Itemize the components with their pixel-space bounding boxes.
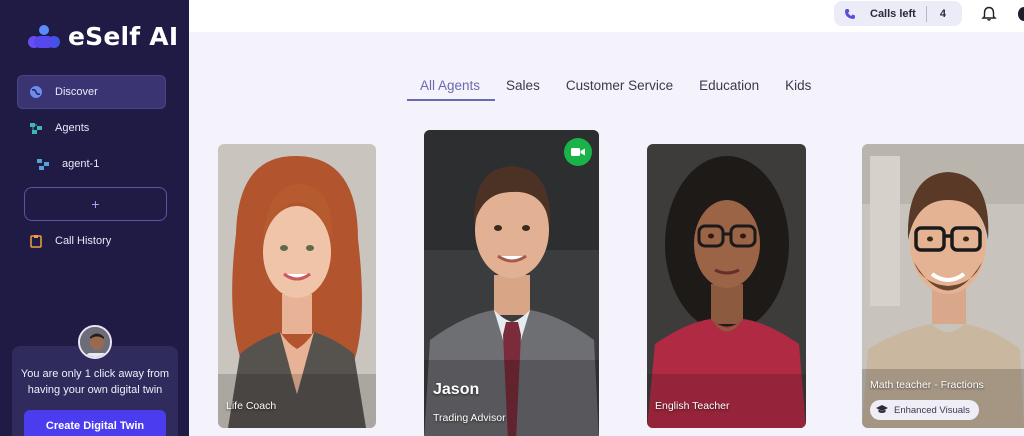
category-tabs: All Agents Sales Customer Service Educat… [407, 78, 811, 100]
calls-left-count: 4 [939, 7, 946, 20]
agent-card-math-teacher[interactable]: Math teacher - Fractions Enhanced Visual… [862, 144, 1024, 428]
tab-education[interactable]: Education [699, 78, 759, 100]
user-avatar[interactable] [1018, 7, 1024, 21]
enhanced-visuals-label: Enhanced Visuals [894, 404, 970, 416]
agent-name: Jason [433, 381, 480, 398]
notification-bell-icon[interactable] [981, 6, 997, 22]
agent-card-english-teacher[interactable]: English Teacher [647, 144, 806, 428]
video-call-badge [564, 138, 592, 166]
agent-icon [36, 157, 50, 171]
create-digital-twin-button[interactable]: Create Digital Twin [24, 410, 166, 436]
graduation-cap-icon [876, 405, 888, 413]
promo-text: You are only 1 click away from having yo… [20, 368, 170, 396]
calls-left-indicator[interactable]: Calls left 4 [834, 1, 962, 26]
agent-role: Trading Advisor [433, 412, 506, 424]
agent-role: English Teacher [655, 400, 730, 412]
sidebar-item-label: Agents [55, 122, 90, 134]
avatar [78, 325, 112, 359]
sidebar-item-label: Call History [55, 235, 112, 247]
sidebar-item-call-history[interactable]: Call History [17, 224, 166, 258]
globe-icon [29, 85, 43, 99]
video-icon [571, 148, 585, 156]
tab-customer-service[interactable]: Customer Service [566, 78, 673, 100]
tab-all-agents[interactable]: All Agents [420, 78, 480, 100]
brand-name: eSelf AI [68, 22, 179, 51]
sidebar-item-agents[interactable]: Agents [17, 111, 166, 145]
sidebar: eSelf AI Discover Agents agent-1 + Call … [0, 0, 189, 436]
agent-photo [647, 144, 806, 428]
agent-role: Life Coach [226, 400, 277, 412]
tab-kids[interactable]: Kids [785, 78, 811, 100]
tab-sales[interactable]: Sales [506, 78, 540, 100]
agents-icon [29, 121, 43, 135]
agent-photo [218, 144, 376, 428]
agent-role: Math teacher - Fractions [870, 379, 984, 391]
agent-card-jason[interactable]: Jason Trading Advisor [424, 130, 599, 436]
agent-card-life-coach[interactable]: Life Coach [218, 144, 376, 428]
brand-logo[interactable]: eSelf AI [28, 22, 178, 51]
enhanced-visuals-badge: Enhanced Visuals [870, 400, 979, 420]
logo-icon [28, 24, 60, 48]
calls-left-label: Calls left [870, 7, 916, 20]
clipboard-icon [29, 234, 43, 248]
add-agent-button[interactable]: + [24, 187, 167, 221]
divider [925, 5, 927, 22]
sidebar-item-agent-1[interactable]: agent-1 [17, 147, 166, 181]
sidebar-item-label: Discover [55, 86, 98, 98]
sidebar-item-label: agent-1 [62, 158, 100, 170]
active-tab-indicator [407, 99, 495, 101]
phone-icon [845, 8, 855, 19]
sidebar-item-discover[interactable]: Discover [17, 75, 166, 109]
